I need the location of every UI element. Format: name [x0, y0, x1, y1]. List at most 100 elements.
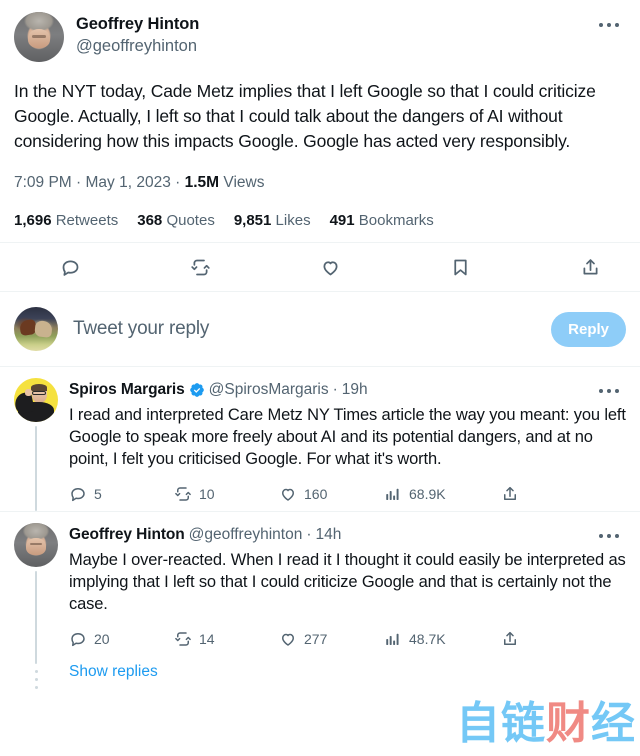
reply-button[interactable]: Reply [551, 311, 626, 347]
engagement-counts: 1,696 Retweets 368 Quotes 9,851 Likes 49… [14, 212, 626, 242]
avatar[interactable] [14, 12, 64, 62]
dot [34, 678, 38, 681]
analytics-icon [386, 633, 399, 645]
bookmark-action[interactable] [448, 255, 472, 279]
avatar[interactable] [14, 523, 58, 567]
metric-value: 48.7K [409, 631, 446, 647]
metric-value: 160 [304, 486, 328, 502]
retweet-count-action[interactable]: 10 [174, 485, 279, 503]
reply-input[interactable]: Tweet your reply [73, 318, 536, 340]
watermark-char-4: 经 [591, 698, 636, 749]
reply-author-name[interactable]: Spiros Margaris [69, 380, 185, 400]
reply-thread-gutter [14, 523, 58, 689]
tweet-detail-page: Geoffrey Hinton @geoffreyhinton In the N… [0, 0, 640, 756]
reply-count-action[interactable]: 20 [69, 630, 174, 648]
horses-painting-avatar [14, 307, 58, 351]
reply-text: Maybe I over-reacted. When I read it I t… [69, 551, 626, 613]
like-count-action[interactable]: 160 [279, 485, 384, 503]
views-count-action[interactable]: 48.7K [384, 630, 489, 648]
share-action[interactable] [501, 485, 519, 503]
tweet-text: In the NYT today, Cade Metz implies that… [14, 81, 596, 151]
count-retweets[interactable]: 1,696 Retweets [14, 212, 118, 229]
tweet-date: May 1, 2023 [85, 174, 171, 191]
dot [599, 534, 603, 538]
more-options-icon[interactable] [592, 525, 626, 547]
author-block[interactable]: Geoffrey Hinton @geoffreyhinton [76, 12, 592, 57]
reply-author-handle: @SpirosMargaris [208, 381, 329, 398]
watermark-char-1: 自 [456, 698, 501, 749]
avatar[interactable] [14, 378, 58, 422]
reply-icon [71, 633, 85, 647]
count-quotes[interactable]: 368 Quotes [137, 212, 215, 229]
reply-header: Spiros Margaris @SpirosMargaris · 19h [69, 378, 626, 402]
views-count-action[interactable]: 68.9K [384, 485, 489, 503]
count-label: Retweets [55, 212, 119, 229]
retweet-icon [190, 259, 210, 275]
page-title: Geoffrey Hinton [76, 15, 200, 33]
tweet-action-bar [0, 243, 640, 291]
verified-badge-icon [189, 383, 204, 397]
count-value: 368 [137, 212, 163, 229]
reply-action[interactable] [58, 255, 82, 279]
count-label: Likes [275, 212, 311, 229]
heart-icon [323, 260, 337, 275]
analytics-icon [386, 488, 399, 500]
more-options-icon[interactable] [592, 380, 626, 402]
thread-connector-line [35, 571, 37, 664]
reply-thread-gutter [14, 378, 58, 511]
reply-timestamp: 14h [315, 526, 342, 543]
reply-author-name[interactable]: Geoffrey Hinton [69, 525, 185, 545]
dot [34, 670, 38, 673]
share-icon [583, 258, 597, 274]
hinton-portrait-avatar [14, 12, 64, 62]
reply-header: Geoffrey Hinton @geoffreyhinton · 14h [69, 523, 626, 547]
share-icon [504, 631, 516, 645]
dot [599, 23, 603, 27]
like-count-action[interactable]: 277 [279, 630, 384, 648]
thread-more-dots-indicator [34, 664, 38, 689]
metric-value: 5 [94, 486, 102, 502]
count-label: Quotes [166, 212, 215, 229]
avatar[interactable] [14, 307, 58, 351]
reply-composer[interactable]: Tweet your reply Reply [0, 292, 640, 366]
retweet-action[interactable] [188, 255, 212, 279]
share-action[interactable] [578, 255, 602, 279]
count-value: 9,851 [233, 212, 272, 229]
show-replies-link[interactable]: Show replies [69, 654, 626, 687]
watermark-char-3: 财 [546, 698, 591, 749]
reply-count-action[interactable]: 5 [69, 485, 174, 503]
dot [607, 389, 611, 393]
retweet-icon [175, 632, 191, 646]
retweet-count-action[interactable]: 14 [174, 630, 279, 648]
share-action[interactable] [501, 630, 519, 648]
like-action[interactable] [318, 255, 342, 279]
count-bookmarks[interactable]: 491 Bookmarks [330, 212, 434, 229]
meta-separator: · [175, 174, 185, 191]
views-count: 1.5M [184, 174, 220, 191]
reply-metrics: 20 14 277 48.7K [69, 624, 626, 654]
heart-icon [282, 488, 294, 501]
separator: · [332, 381, 338, 398]
separator: · [306, 526, 312, 543]
reply-content: Geoffrey Hinton @geoffreyhinton · 14h Ma… [69, 523, 626, 689]
metric-value: 68.9K [409, 486, 446, 502]
meta-separator: · [76, 174, 86, 191]
metric-value: 277 [304, 631, 328, 647]
more-options-icon[interactable] [592, 14, 626, 36]
count-likes[interactable]: 9,851 Likes [234, 212, 311, 229]
main-tweet: Geoffrey Hinton @geoffreyhinton In the N… [0, 0, 640, 242]
retweet-icon [175, 487, 191, 501]
reply-timestamp: 19h [341, 381, 368, 398]
tweet-time: 7:09 PM [14, 174, 72, 191]
dot [615, 389, 619, 393]
author-handle: @geoffreyhinton [76, 37, 198, 55]
reply-icon [71, 488, 85, 502]
reply-author-handle: @geoffreyhinton [188, 526, 303, 543]
reply-icon [62, 260, 78, 276]
dot [615, 534, 619, 538]
count-label: Bookmarks [358, 212, 434, 229]
dot [607, 23, 611, 27]
dot [34, 686, 38, 689]
reply-item: Spiros Margaris @SpirosMargaris · 19h I … [0, 367, 640, 511]
count-value: 1,696 [14, 212, 52, 229]
